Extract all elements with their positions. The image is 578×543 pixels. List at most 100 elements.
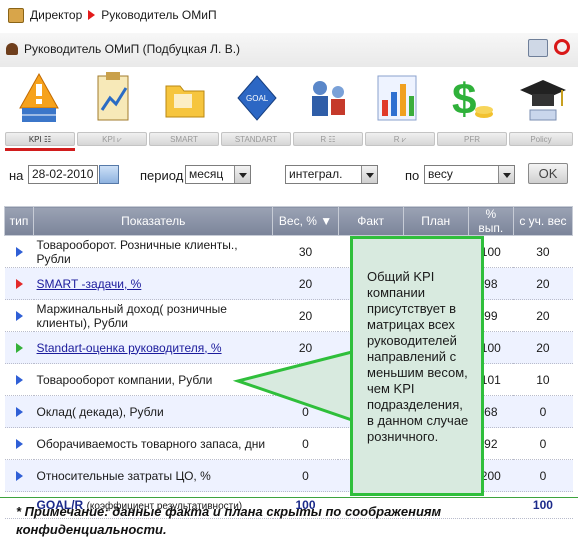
chevron-down-icon[interactable] [234,166,250,183]
tab-policy[interactable]: Policy [509,132,573,146]
footnote: * Примечание: данные факта и плана скрыт… [16,504,442,537]
col-weight[interactable]: Вес, % ▼ [272,206,339,236]
indicator-name: Товарооборот. Розничные клиенты., Рубли [36,237,238,266]
expand-arrow-icon[interactable] [15,470,23,481]
row-weight: 30 [272,235,339,268]
row-type-cell[interactable] [4,299,34,332]
tab-smart[interactable]: SMART [149,132,219,146]
expand-arrow-icon[interactable] [15,342,23,353]
breadcrumb: Директор Руководитель ОМиП [8,6,217,24]
expand-arrow-icon[interactable] [15,406,23,417]
chevron-down-icon[interactable] [361,166,377,183]
indicator-name: Маржинальный доход( розничные клиенты), … [36,301,227,330]
ok-button[interactable]: OK [528,163,568,184]
col-percent[interactable]: % вып. [467,206,514,236]
row-indicator: Товарооборот компании, Рубли [33,363,273,396]
col-indicator[interactable]: Показатель [33,206,274,236]
kpi-alt-icon[interactable] [88,70,138,126]
by-select[interactable]: весу [424,165,515,184]
row-type-cell[interactable] [4,267,34,300]
filter-bar: на 28-02-2010 период месяц интеграл. по … [0,158,578,188]
row-weighted: 20 [513,267,573,300]
table-row[interactable]: Относительные затраты ЦО, % 0 200 0 [4,459,573,492]
indicator-name: Относительные затраты ЦО, % [36,468,211,483]
policy-icon[interactable] [518,70,568,126]
table-row[interactable]: Товарооборот. Розничные клиенты., Рубли 3… [4,235,573,268]
tab-pfr[interactable]: PFR [437,132,507,146]
indicator-name: Оклад( декада), Рубли [36,404,164,419]
indicator-name[interactable]: Standart-оценка руководителя, % [37,341,222,355]
callout-text: Общий KPI компании присутствует в матриц… [367,269,469,444]
callout-note: Общий KPI компании присутствует в матриц… [350,236,484,496]
period-value: месяц [189,167,224,181]
page-title: Руководитель ОМиП (Подбуцкая Л. В.) [24,42,241,56]
kpi-icon[interactable] [14,70,64,126]
tab-kpi-alt[interactable]: KPI ⩗ [77,132,147,146]
col-type[interactable]: тип [3,206,35,236]
module-tabs: KPI ☷ KPI ⩗ SMART STANDART R ☷ R ⩗ PFR P… [0,132,578,148]
row-weighted: 10 [513,363,573,396]
expand-arrow-icon[interactable] [15,438,23,449]
kpi-table: тип Показатель Вес, % ▼ Факт План % вып.… [3,206,574,519]
table-row[interactable]: Standart-оценка руководителя, % 20 100 20 [4,331,573,364]
module-icon-bar: GOAL $ [0,70,578,130]
table-header-row: тип Показатель Вес, % ▼ Факт План % вып.… [3,206,574,236]
col-fact[interactable]: Факт [337,206,404,236]
row-type-cell[interactable] [4,235,34,268]
row-type-cell[interactable] [4,363,34,396]
close-icon[interactable] [554,39,570,55]
period-select[interactable]: месяц [185,165,251,184]
breadcrumb-home[interactable]: Директор [30,8,82,22]
table-row[interactable]: Товарооборот компании, Рубли101510110 [4,363,573,396]
row-indicator[interactable]: SMART -задачи, % [33,267,273,300]
print-icon[interactable] [528,39,548,57]
date-field[interactable]: 28-02-2010 [28,165,98,184]
row-indicator: Оборачиваемость товарного запаса, дни [33,427,273,460]
expand-arrow-icon[interactable] [15,374,23,385]
col-plan[interactable]: План [402,206,469,236]
by-label: по [405,168,420,183]
table-row[interactable]: Оклад( декада), Рубли 0 68 0 [4,395,573,428]
r-users-icon[interactable] [302,70,352,126]
table-row[interactable]: Оборачиваемость товарного запаса, дни 0 92… [4,427,573,460]
row-type-cell[interactable] [4,427,34,460]
breadcrumb-arrow-icon [88,10,96,20]
calendar-icon[interactable] [99,165,119,184]
row-indicator: Маржинальный доход( розничные клиенты), … [33,299,273,332]
chevron-down-icon[interactable] [498,166,514,183]
r-chart-icon[interactable] [372,70,422,126]
row-indicator[interactable]: Standart-оценка руководителя, % [33,331,273,364]
smart-folder-icon[interactable] [160,70,210,126]
indicator-name[interactable]: SMART -задачи, % [37,277,142,291]
tab-r-alt[interactable]: R ⩗ [365,132,435,146]
table-row[interactable]: SMART -задачи, % 20 98 20 [4,267,573,300]
tab-standart[interactable]: STANDART [221,132,291,146]
col-weighted[interactable]: с уч. вес [512,206,574,236]
date-label: на [9,168,24,183]
goal-icon[interactable]: GOAL [232,70,282,126]
row-weight: 20 [272,331,339,364]
table-row[interactable]: Маржинальный доход( розничные клиенты), … [4,299,573,332]
integral-value: интеграл. [289,167,343,181]
row-indicator: Товарооборот. Розничные клиенты., Рубли [33,235,273,268]
indicator-name: Оборачиваемость товарного запаса, дни [36,436,266,451]
tab-kpi[interactable]: KPI ☷ [5,132,75,146]
by-value: весу [428,167,453,181]
expand-arrow-icon[interactable] [15,278,23,289]
tab-r[interactable]: R ☷ [293,132,363,146]
divider [0,497,578,498]
org-chart-icon [8,7,24,23]
row-indicator: Оклад( декада), Рубли [33,395,273,428]
row-type-cell[interactable] [4,331,34,364]
row-weighted: 20 [513,299,573,332]
svg-text:$: $ [452,75,476,124]
row-weighted: 20 [513,331,573,364]
integral-select[interactable]: интеграл. [285,165,378,184]
row-type-cell[interactable] [4,459,34,492]
row-type-cell[interactable] [4,395,34,428]
pfr-money-icon[interactable]: $ [446,70,496,126]
expand-arrow-icon[interactable] [15,310,23,321]
period-label: период [140,168,184,183]
expand-arrow-icon[interactable] [15,246,23,257]
active-tab-indicator [5,148,75,151]
